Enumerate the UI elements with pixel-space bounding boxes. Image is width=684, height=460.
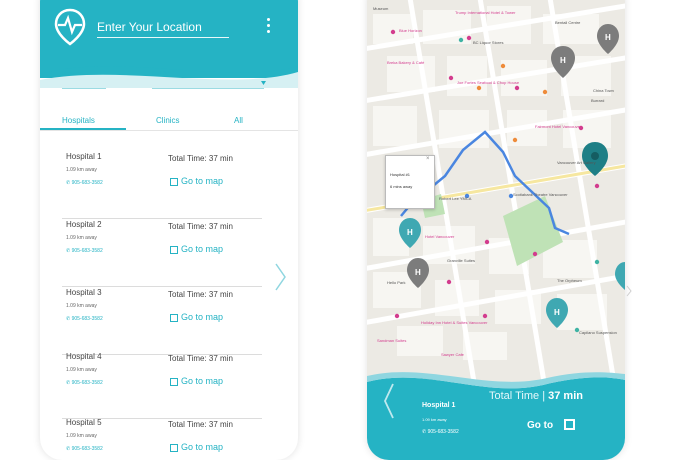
map-label: Granville Suites bbox=[447, 258, 476, 263]
chevron-right-icon bbox=[626, 285, 632, 297]
hospital-card[interactable]: Hospital 1 1.09 km away ✆ 905-683-3582 T… bbox=[62, 152, 262, 219]
hospital-card[interactable]: Hospital 2 1.09 km away ✆ 905-683-3582 T… bbox=[62, 220, 262, 287]
map-label: Capilano Suspension bbox=[579, 330, 617, 335]
hospital-card[interactable]: Hospital 5 1.09 km away ✆ 905-683-3582 T… bbox=[62, 418, 262, 460]
hospital-phone[interactable]: ✆ 905-683-3582 bbox=[66, 180, 103, 186]
map-label: The Orpheum bbox=[557, 278, 582, 283]
hospital-total-time: Total Time: 37 min bbox=[168, 290, 233, 299]
map-label: Robert Lee YMCA bbox=[439, 196, 472, 201]
tab-clinics[interactable]: Clinics bbox=[156, 116, 180, 125]
go-to-button[interactable]: Go to bbox=[527, 420, 553, 431]
more-menu-icon[interactable] bbox=[266, 18, 272, 36]
selected-hospital-name: Hospital 1 bbox=[422, 402, 456, 409]
map-icon[interactable] bbox=[564, 419, 575, 430]
hospital-distance: 1.09 km away bbox=[66, 167, 97, 173]
hospital-phone[interactable]: ✆ 905-683-3582 bbox=[66, 380, 103, 386]
sort-underline bbox=[152, 88, 264, 89]
location-underline bbox=[97, 37, 229, 38]
category-tabs: Hospitals Clinics All bbox=[40, 108, 298, 131]
total-time-display: Total Time | 37 min bbox=[489, 390, 583, 402]
map-label: Hello Park bbox=[387, 280, 406, 285]
hospital-phone[interactable]: ✆ 905-683-3582 bbox=[66, 316, 103, 322]
go-to-map-link[interactable]: Go to map bbox=[170, 176, 223, 186]
map-icon bbox=[170, 245, 178, 254]
map-label: BC Liquor Stores bbox=[473, 40, 504, 45]
selected-hospital-phone[interactable]: ✆ 905-683-3582 bbox=[422, 429, 459, 435]
callout-name: Hospital #1 bbox=[390, 172, 411, 177]
hospital-total-time: Total Time: 37 min bbox=[168, 222, 233, 231]
map-label: Museum bbox=[373, 6, 389, 11]
tab-hospitals[interactable]: Hospitals bbox=[62, 116, 95, 125]
callout-distance: 6 mins away bbox=[390, 184, 413, 189]
map-label: Breka Bakery & Café bbox=[387, 60, 425, 65]
hospital-distance: 1.09 km away bbox=[66, 235, 97, 241]
go-to-map-link[interactable]: Go to map bbox=[170, 442, 223, 452]
hospital-name: Hospital 4 bbox=[66, 352, 102, 361]
map-icon bbox=[170, 443, 178, 452]
hospital-total-time: Total Time: 37 min bbox=[168, 354, 233, 363]
close-icon[interactable]: × bbox=[426, 156, 430, 162]
hospital-total-time: Total Time: 37 min bbox=[168, 154, 233, 163]
go-to-map-link[interactable]: Go to map bbox=[170, 244, 223, 254]
map-icon bbox=[170, 377, 178, 386]
map-label: Sawyer Cafe bbox=[441, 352, 464, 357]
distance-underline bbox=[62, 88, 106, 89]
hospital-distance: 1.09 km away bbox=[66, 367, 97, 373]
map-label: Sandman Suites bbox=[377, 338, 407, 343]
map-label: Bentall Centre bbox=[555, 20, 581, 25]
chevron-left-icon[interactable] bbox=[382, 382, 396, 420]
card-divider bbox=[62, 286, 262, 287]
map-label: China Town bbox=[593, 88, 614, 93]
hospital-name: Hospital 5 bbox=[66, 418, 102, 427]
svg-text:H: H bbox=[605, 33, 611, 42]
distance-select[interactable]: Distance* bbox=[62, 71, 83, 77]
hospital-phone[interactable]: ✆ 905-683-3582 bbox=[66, 248, 103, 254]
svg-text:H: H bbox=[415, 268, 421, 277]
svg-text:H: H bbox=[560, 56, 566, 65]
chevron-right-icon[interactable] bbox=[274, 262, 288, 292]
hospital-name: Hospital 2 bbox=[66, 220, 102, 229]
map-label: Hotel Vancouver bbox=[425, 234, 455, 239]
hospital-card[interactable]: Hospital 3 1.09 km away ✆ 905-683-3582 T… bbox=[62, 288, 262, 355]
sort-select[interactable]: Sort By* bbox=[152, 71, 170, 77]
hospital-distance: 1.09 km away bbox=[66, 433, 97, 439]
go-to-map-link[interactable]: Go to map bbox=[170, 312, 223, 322]
location-input[interactable]: Enter Your Location bbox=[97, 20, 202, 34]
chevron-down-icon bbox=[261, 81, 266, 85]
map-label: Blue Horizon bbox=[399, 28, 422, 33]
hospital-name: Hospital 1 bbox=[66, 152, 102, 161]
active-tab-indicator bbox=[40, 128, 126, 130]
map-screen: H H H H H Museum Trump International Hotel … bbox=[367, 0, 625, 460]
hospital-distance: 1.09 km away bbox=[66, 303, 97, 309]
map-label: Holiday Inn Hotel & Suites Vancouver bbox=[421, 320, 488, 325]
hospital-callout[interactable]: Hospital #1 6 mins away × bbox=[385, 155, 435, 209]
map-label: Joe Fortes Seafood & Chop House bbox=[457, 80, 520, 85]
heartbeat-pin-icon bbox=[54, 8, 86, 46]
svg-text:H: H bbox=[407, 228, 413, 237]
map-label: Scotiabank Theatre Vancouver bbox=[513, 192, 568, 197]
hospital-phone[interactable]: ✆ 905-683-3582 bbox=[66, 446, 103, 452]
filter-bar: Distance* Sort By* bbox=[40, 71, 298, 106]
go-to-map-link[interactable]: Go to map bbox=[170, 376, 223, 386]
selected-hospital-distance: 1.09 km away bbox=[422, 417, 447, 422]
map-icon bbox=[170, 313, 178, 322]
hospital-name: Hospital 3 bbox=[66, 288, 102, 297]
tab-all[interactable]: All bbox=[234, 116, 243, 125]
card-divider bbox=[62, 218, 262, 219]
map-label: Trump International Hotel & Tower bbox=[455, 10, 516, 15]
map-icon bbox=[170, 177, 178, 186]
footer-panel bbox=[367, 372, 625, 460]
hospital-list-screen: Enter Your Location Distance* Sort By* H… bbox=[40, 0, 298, 460]
hospital-card[interactable]: Hospital 4 1.09 km away ✆ 905-683-3582 T… bbox=[62, 352, 262, 419]
svg-text:H: H bbox=[554, 308, 560, 317]
map-label: Fairmont Hotel Vancouver bbox=[535, 124, 582, 129]
map-label: Burrard bbox=[591, 98, 605, 103]
hospital-total-time: Total Time: 37 min bbox=[168, 420, 233, 429]
map-label: Vancouver Art Gallery bbox=[557, 160, 596, 165]
